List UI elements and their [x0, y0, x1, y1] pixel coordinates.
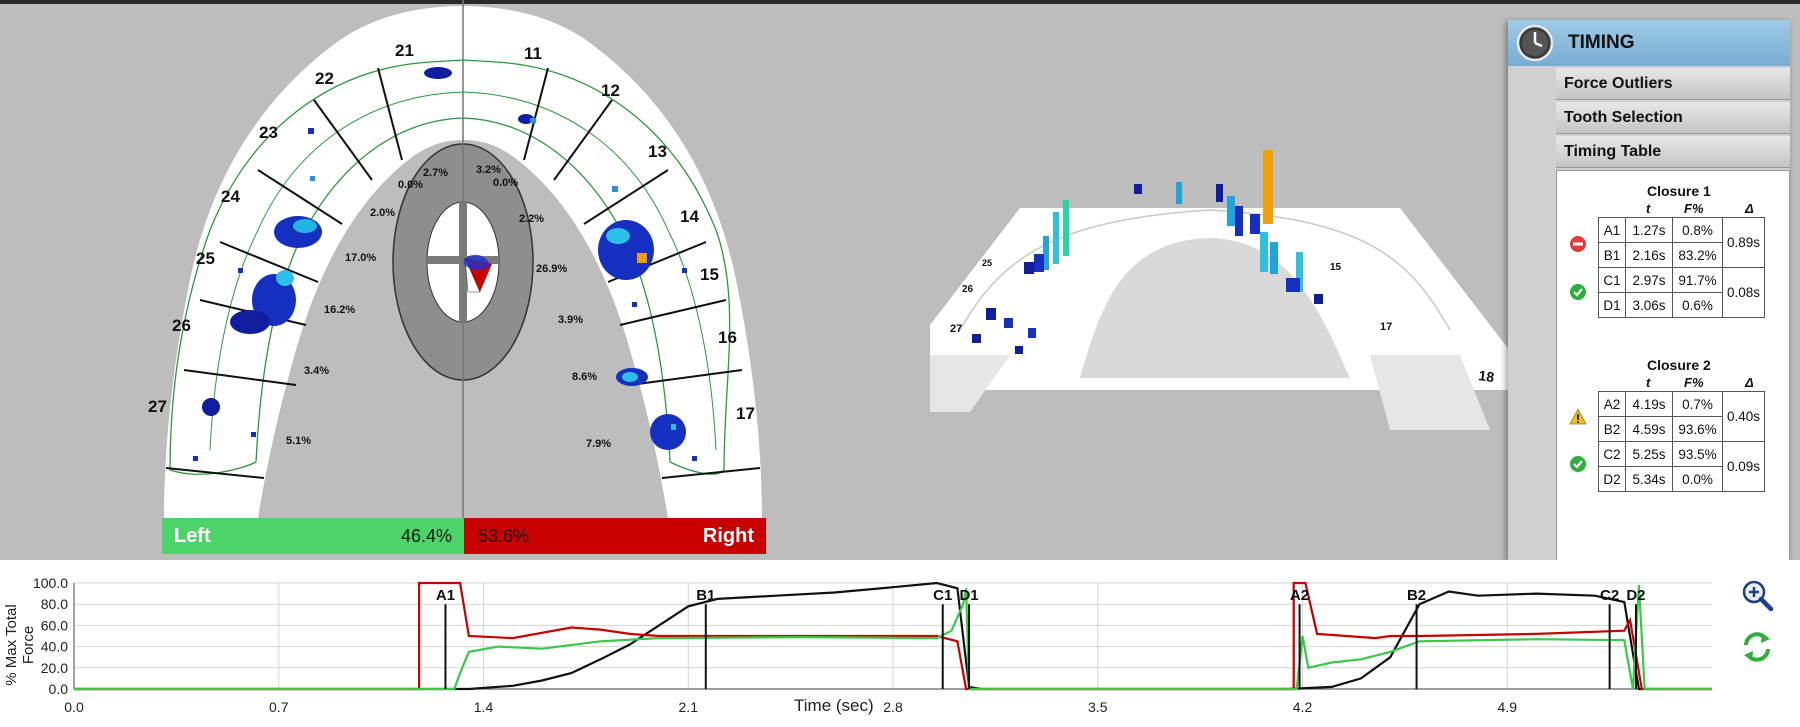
chart-canvas[interactable]: 0.0 20.0 40.0 60.0 80.0 100.0 0.0 0.7 1.4 2.1 2.8 3… [0, 560, 1800, 727]
3d-tooth-label: 25 [982, 258, 992, 268]
event-marker-label: C2 [1600, 587, 1619, 604]
col-header-t: t [1646, 375, 1651, 390]
tooth-pct: 5.1% [286, 435, 311, 447]
warning-icon [1569, 408, 1587, 425]
tab-timing-table[interactable]: Timing Table [1556, 136, 1790, 168]
tooth-number[interactable]: 23 [259, 123, 278, 142]
timing-panel-header[interactable]: TIMING [1508, 20, 1790, 66]
clock-icon [1516, 24, 1554, 62]
tooth-number[interactable]: 27 [148, 397, 167, 416]
tooth-number[interactable]: 15 [700, 265, 719, 284]
ok-icon [1570, 284, 1586, 300]
event-marker-label: B2 [1407, 587, 1426, 604]
table-row[interactable]: A2 4.19s 0.7% 0.40s [1598, 391, 1766, 442]
table-row[interactable]: C1 2.97s 91.7% 0.08s [1598, 267, 1766, 318]
col-header-f: F% [1684, 201, 1704, 216]
table-row[interactable]: A1 1.27s 0.8% 0.89s [1598, 217, 1766, 268]
tooth-number[interactable]: 14 [680, 207, 699, 226]
y-tick-label: 60.0 [41, 617, 68, 633]
tooth-number[interactable]: 12 [601, 81, 620, 100]
tooth-number[interactable]: 13 [648, 142, 667, 161]
closure-title: Closure 2 [1647, 357, 1711, 373]
left-right-balance-bar: Left 46.4% 53.6% Right [162, 518, 766, 554]
tooth-number[interactable]: 24 [221, 187, 240, 206]
tooth-pct: 7.9% [586, 438, 611, 450]
x-tick-label: 0.0 [64, 699, 84, 715]
y-tick-label: 40.0 [41, 639, 68, 655]
3d-tooth-label: 17 [1380, 321, 1392, 333]
3d-tooth-label: 27 [950, 323, 962, 335]
col-header-delta: Δ [1745, 201, 1754, 216]
tooth-pct: 2.7% [423, 167, 448, 179]
tab-force-outliers[interactable]: Force Outliers [1556, 68, 1790, 100]
x-tick-label: 2.1 [679, 699, 699, 715]
error-icon [1570, 236, 1586, 252]
tooth-number[interactable]: 11 [524, 44, 542, 63]
tooth-number[interactable]: 17 [736, 404, 755, 423]
tooth-number[interactable]: 25 [196, 249, 215, 268]
tooth-pct: 3.2% [476, 164, 501, 176]
event-marker-label: D2 [1626, 587, 1645, 604]
tooth-number[interactable]: 21 [395, 41, 414, 60]
left-percent: 46.4% [400, 526, 452, 546]
event-marker-label: A1 [436, 587, 455, 604]
event-marker-label: C1 [933, 587, 952, 604]
event-marker-label: B1 [696, 587, 715, 604]
y-tick-label: 20.0 [41, 660, 68, 676]
x-tick-label: 3.5 [1088, 699, 1108, 715]
event-marker-label: A2 [1290, 587, 1309, 604]
arch-force-map[interactable]: 21 22 23 24 25 26 27 11 12 13 14 15 16 1… [0, 0, 800, 560]
x-tick-label: 0.7 [269, 699, 289, 715]
x-tick-label: 4.2 [1293, 699, 1313, 715]
x-tick-label: 2.8 [883, 699, 903, 715]
col-header-delta: Δ [1745, 375, 1754, 390]
tooth-number[interactable]: 22 [315, 69, 334, 88]
closure-title: Closure 1 [1647, 183, 1711, 199]
y-tick-label: 100.0 [33, 575, 68, 591]
ok-icon [1570, 456, 1586, 472]
tooth-pct: 26.9% [536, 263, 567, 275]
right-percent: 53.6% [478, 526, 530, 546]
table-row[interactable]: C2 5.25s 93.5% 0.09s [1598, 441, 1766, 492]
tooth-pct: 2.0% [370, 207, 395, 219]
timing-title: TIMING [1568, 32, 1635, 53]
timing-panel: TIMING Force Outliers Tooth Selection Ti… [1508, 20, 1790, 562]
closure-table: A2 4.19s 0.7% 0.40s B2 4.59s 93.6% C2 5.25s 93.… [1598, 391, 1766, 492]
right-label: Right [702, 525, 754, 547]
zoom-icon[interactable] [1740, 578, 1774, 612]
force-time-chart[interactable]: 0.0 20.0 40.0 60.0 80.0 100.0 0.0 0.7 1.4 2.1 2.8 3… [0, 560, 1800, 727]
3d-tooth-label: 15 [1330, 262, 1342, 273]
y-axis-label: % Max Total Force [3, 604, 37, 686]
tab-tooth-selection[interactable]: Tooth Selection [1556, 102, 1790, 134]
3d-tooth-label: 26 [962, 284, 974, 295]
tooth-pct: 3.4% [304, 365, 329, 377]
tooth-pct: 3.9% [558, 314, 583, 326]
y-tick-label: 0.0 [49, 681, 69, 697]
closure-table: A1 1.27s 0.8% 0.89s B1 2.16s 83.2% C1 2.97s 91.… [1598, 217, 1766, 318]
y-tick-label: 80.0 [41, 596, 68, 612]
tooth-pct: 16.2% [324, 304, 355, 316]
arch-3d-view[interactable]: 28 27 26 25 18 17 15 [930, 150, 1550, 450]
col-header-f: F% [1684, 375, 1704, 390]
left-label: Left [174, 525, 211, 547]
timing-table-panel: Closure 1 t F% Δ A1 1.27s 0.8% 0.89s B1 2.16… [1556, 170, 1790, 562]
event-marker-label: D1 [959, 587, 978, 604]
right-balance: 53.6% Right [464, 518, 766, 554]
tooth-pct: 17.0% [345, 252, 376, 264]
3d-tooth-label: 18 [1478, 367, 1496, 385]
tooth-pct: 0.0% [398, 179, 423, 191]
tooth-pct: 0.0% [493, 177, 518, 189]
force-analysis-app: 21 22 23 24 25 26 27 11 12 13 14 15 16 1… [0, 0, 1800, 727]
refresh-icon[interactable] [1740, 630, 1774, 664]
tooth-number[interactable]: 26 [172, 316, 191, 335]
x-axis-label: Time (sec) [794, 696, 874, 715]
tooth-pct: 2.2% [519, 213, 544, 225]
left-balance: Left 46.4% [162, 518, 464, 554]
x-tick-label: 1.4 [474, 699, 494, 715]
tooth-pct: 8.6% [572, 371, 597, 383]
col-header-t: t [1646, 201, 1651, 216]
x-tick-label: 4.9 [1498, 699, 1518, 715]
tooth-number[interactable]: 16 [718, 328, 737, 347]
